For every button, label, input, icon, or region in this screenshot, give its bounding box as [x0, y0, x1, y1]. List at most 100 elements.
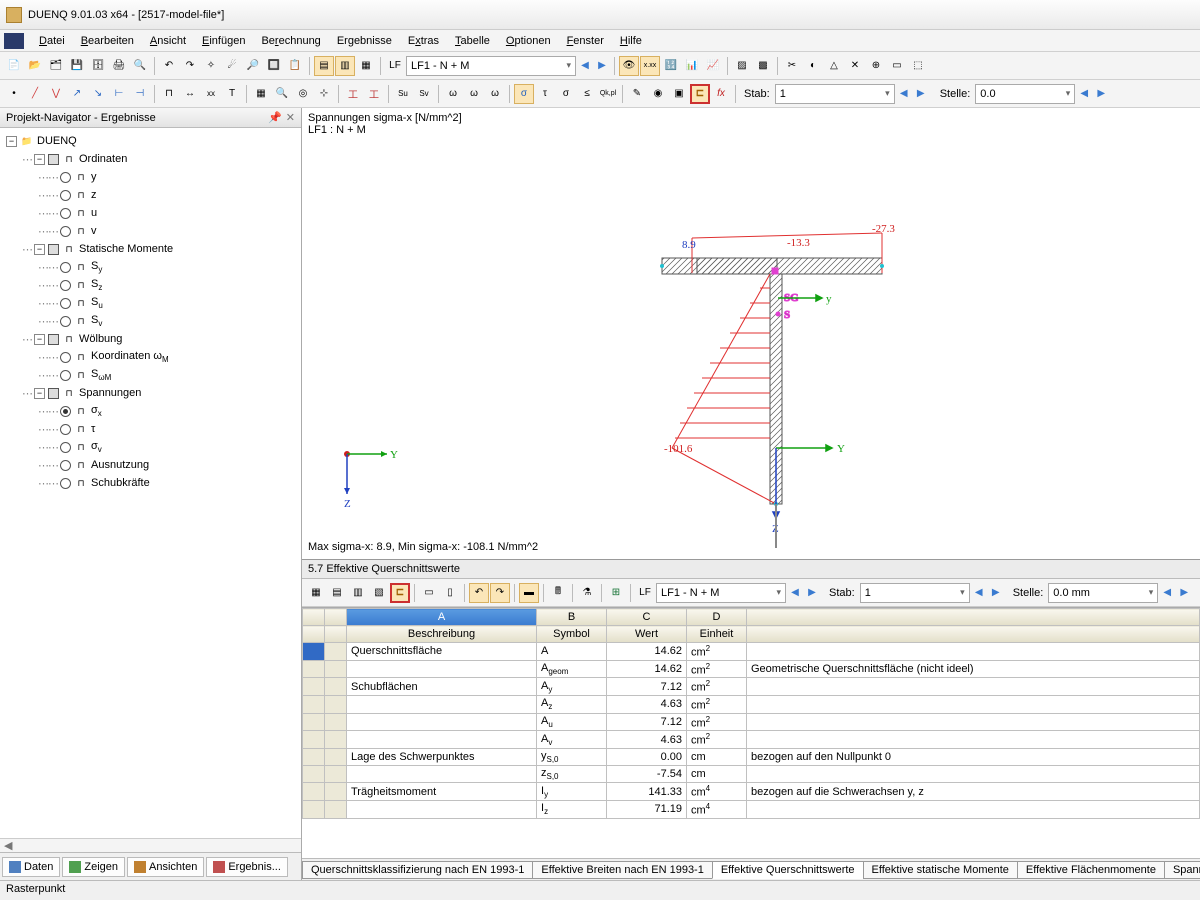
- cell-note[interactable]: Geometrische Querschnittsfläche (nicht i…: [747, 660, 1200, 678]
- ibeam-icon[interactable]: 工: [343, 84, 363, 104]
- cell-note[interactable]: [747, 695, 1200, 713]
- short2-icon[interactable]: ⊣: [130, 84, 150, 104]
- tree-item[interactable]: Koordinaten ωM: [91, 350, 169, 364]
- cell-unit[interactable]: cm4: [687, 783, 747, 801]
- table-row[interactable]: Ageom14.62cm2Geometrische Querschnittsfl…: [303, 660, 1200, 678]
- tree-item[interactable]: σx: [91, 404, 102, 418]
- fx-icon[interactable]: fx: [711, 84, 731, 104]
- row-selector[interactable]: [303, 731, 325, 749]
- navigator-tree[interactable]: −📁DUENQ⋯−⊓Ordinaten⋯⋯⊓y⋯⋯⊓z⋯⋯⊓u⋯⋯⊓v⋯−⊓St…: [0, 128, 301, 838]
- radio-icon[interactable]: [60, 298, 71, 309]
- menu-berechnung[interactable]: Berechnung: [254, 33, 327, 49]
- w1-icon[interactable]: ω: [443, 84, 463, 104]
- tbl-btn-2[interactable]: ▤: [327, 583, 347, 603]
- tbl-btn-6[interactable]: ▯: [440, 583, 460, 603]
- tool-b-icon[interactable]: ◐: [803, 56, 823, 76]
- tool-a-icon[interactable]: ✂: [782, 56, 802, 76]
- menu-extras[interactable]: Extras: [401, 33, 446, 49]
- graph2-icon[interactable]: 📈: [703, 56, 723, 76]
- dim-icon[interactable]: ↔: [180, 84, 200, 104]
- undo-icon[interactable]: ↶: [159, 56, 179, 76]
- cell-note[interactable]: [747, 713, 1200, 731]
- lf-icon[interactable]: LF: [385, 56, 405, 76]
- menu-tabelle[interactable]: Tabelle: [448, 33, 497, 49]
- row-handle[interactable]: [325, 713, 347, 731]
- cell-unit[interactable]: cm: [687, 748, 747, 765]
- cell-value[interactable]: 14.62: [607, 643, 687, 661]
- radio-icon[interactable]: [60, 370, 71, 381]
- lc-prev-icon[interactable]: ◀: [577, 57, 593, 75]
- expander-icon[interactable]: −: [34, 154, 45, 165]
- tbl-btn-1[interactable]: ▦: [306, 583, 326, 603]
- checkbox-icon[interactable]: [48, 388, 59, 399]
- pin-icon[interactable]: 📌: [268, 111, 282, 124]
- row-handle[interactable]: [325, 643, 347, 661]
- cell-desc[interactable]: Schubflächen: [347, 678, 537, 696]
- cell-symbol[interactable]: Az: [537, 695, 607, 713]
- tbl-btn-8[interactable]: ↷: [490, 583, 510, 603]
- cell-value[interactable]: 0.00: [607, 748, 687, 765]
- col-letter[interactable]: A: [347, 609, 537, 626]
- results-table[interactable]: ABCDBeschreibungSymbolWertEinheitQuersch…: [302, 608, 1200, 819]
- row-handle[interactable]: [325, 731, 347, 749]
- cell-unit[interactable]: cm2: [687, 695, 747, 713]
- tbl-btn-5[interactable]: ▭: [419, 583, 439, 603]
- row-selector[interactable]: [303, 695, 325, 713]
- wand-icon[interactable]: ✎: [627, 84, 647, 104]
- cell-desc[interactable]: [347, 660, 537, 678]
- menu-bearbeiten[interactable]: Bearbeiten: [74, 33, 141, 49]
- panel1-icon[interactable]: ▤: [314, 56, 334, 76]
- row-handle[interactable]: [325, 766, 347, 783]
- tree-group[interactable]: Ordinaten: [79, 153, 127, 165]
- line-icon[interactable]: ╱: [25, 84, 45, 104]
- menu-einfuegen[interactable]: Einfügen: [195, 33, 252, 49]
- tool-g-icon[interactable]: ⬚: [908, 56, 928, 76]
- radio-icon[interactable]: [60, 442, 71, 453]
- checkbox-icon[interactable]: [48, 244, 59, 255]
- tbl-stab-prev[interactable]: ◀: [971, 584, 987, 602]
- cell-note[interactable]: [747, 643, 1200, 661]
- cell-unit[interactable]: cm2: [687, 731, 747, 749]
- row-handle[interactable]: [325, 800, 347, 818]
- row-selector[interactable]: [303, 713, 325, 731]
- tree-item[interactable]: Su: [91, 296, 103, 310]
- w2-icon[interactable]: ω: [464, 84, 484, 104]
- radio-icon[interactable]: [60, 478, 71, 489]
- tool-f-icon[interactable]: ▭: [887, 56, 907, 76]
- menu-datei[interactable]: Datei: [32, 33, 72, 49]
- su-icon[interactable]: Su: [393, 84, 413, 104]
- cell-note[interactable]: [747, 800, 1200, 818]
- cell-note[interactable]: [747, 731, 1200, 749]
- cell-value[interactable]: 7.12: [607, 713, 687, 731]
- tbl-stelle-dropdown[interactable]: 0.0 mm: [1048, 583, 1158, 603]
- checkbox-icon[interactable]: [48, 334, 59, 345]
- print-icon[interactable]: 🖨: [109, 56, 129, 76]
- cell-symbol[interactable]: Iy: [537, 783, 607, 801]
- radio-icon[interactable]: [60, 460, 71, 471]
- menu-ergebnisse[interactable]: Ergebnisse: [330, 33, 399, 49]
- sigmav-icon[interactable]: σ: [556, 84, 576, 104]
- graphics-viewport[interactable]: Spannungen sigma-x [N/mm^2] LF1 : N + M: [302, 108, 1200, 560]
- text-icon[interactable]: T: [222, 84, 242, 104]
- table-row[interactable]: Lage des SchwerpunktesyS,00.00cmbezogen …: [303, 748, 1200, 765]
- search-icon[interactable]: 🔍: [272, 84, 292, 104]
- table-tab[interactable]: Effektive Flächenmomente: [1017, 861, 1165, 879]
- sigma-icon[interactable]: σ: [514, 84, 534, 104]
- radio-icon[interactable]: [60, 262, 71, 273]
- values-icon[interactable]: 🔢: [661, 56, 681, 76]
- tbl-btn-3[interactable]: ▥: [348, 583, 368, 603]
- table-row[interactable]: QuerschnittsflächeA14.62cm2: [303, 643, 1200, 661]
- short-icon[interactable]: ⊢: [109, 84, 129, 104]
- row-selector[interactable]: [303, 783, 325, 801]
- tbl-stelle-prev[interactable]: ◀: [1159, 584, 1175, 602]
- saveall-icon[interactable]: 🗄: [88, 56, 108, 76]
- cell-symbol[interactable]: A: [537, 643, 607, 661]
- cell-desc[interactable]: [347, 695, 537, 713]
- cell-desc[interactable]: [347, 766, 537, 783]
- xxx-icon[interactable]: x.xx: [640, 56, 660, 76]
- tree-group[interactable]: Wölbung: [79, 333, 122, 345]
- poly-icon[interactable]: ⋁: [46, 84, 66, 104]
- stelle-next-icon[interactable]: ▶: [1093, 85, 1109, 103]
- point-icon[interactable]: ◉: [648, 84, 668, 104]
- axis-icon[interactable]: ⊹: [314, 84, 334, 104]
